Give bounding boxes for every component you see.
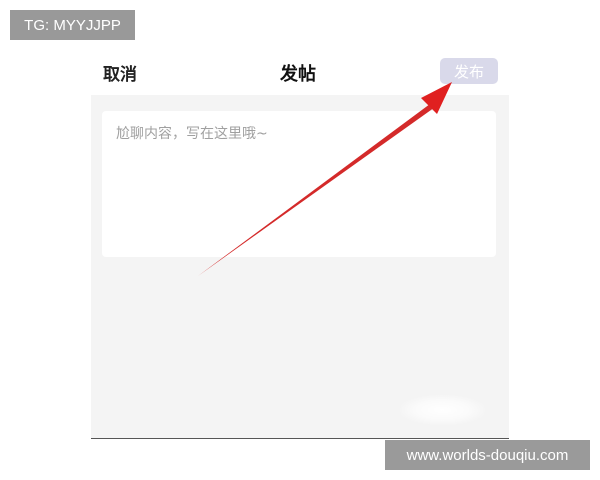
publish-button[interactable]: 发布 <box>440 58 498 84</box>
page-title: 发帖 <box>280 64 316 85</box>
cancel-button[interactable]: 取消 <box>103 60 137 85</box>
site-watermark: www.worlds-douqiu.com <box>385 440 590 470</box>
tg-watermark: TG: MYYJJPP <box>10 10 135 40</box>
post-text-input[interactable]: 尬聊内容，写在这里哦~ <box>102 111 496 257</box>
post-text-placeholder: 尬聊内容，写在这里哦~ <box>116 126 268 142</box>
blurred-spot <box>400 395 485 425</box>
